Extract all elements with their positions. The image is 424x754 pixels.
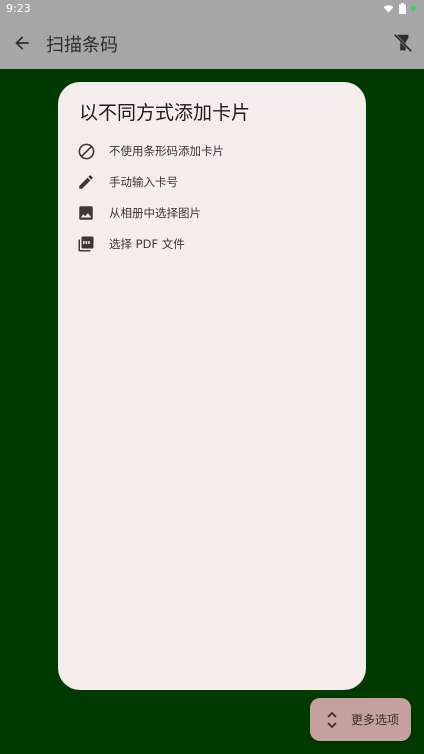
status-icons — [383, 3, 416, 14]
add-card-dialog: 以不同方式添加卡片 不使用条形码添加卡片 手动输入卡号 从相册中选择图片 选择 … — [58, 82, 366, 690]
battery-icon — [399, 3, 406, 14]
app-bar: 扫描条码 — [0, 18, 424, 69]
expand-icon — [327, 711, 337, 729]
more-options-label: 更多选项 — [351, 713, 400, 727]
option-label: 选择 PDF 文件 — [109, 237, 185, 251]
option-manual-entry[interactable]: 手动输入卡号 — [76, 169, 346, 195]
pdf-icon — [76, 234, 96, 254]
option-from-gallery[interactable]: 从相册中选择图片 — [76, 200, 346, 226]
dialog-title: 以不同方式添加卡片 — [79, 102, 251, 124]
wifi-icon — [383, 4, 394, 13]
notification-dot-icon — [411, 6, 416, 11]
option-label: 不使用条形码添加卡片 — [109, 144, 224, 158]
page-title: 扫描条码 — [46, 35, 118, 56]
status-time: 9:23 — [6, 2, 31, 15]
status-bar: 9:23 — [0, 0, 424, 18]
image-icon — [76, 203, 96, 223]
option-pdf-file[interactable]: 选择 PDF 文件 — [76, 231, 346, 257]
option-label: 从相册中选择图片 — [109, 206, 201, 220]
option-label: 手动输入卡号 — [109, 175, 178, 189]
pencil-icon — [76, 172, 96, 192]
option-no-barcode[interactable]: 不使用条形码添加卡片 — [76, 138, 346, 164]
back-arrow-icon[interactable] — [12, 33, 32, 53]
more-options-button[interactable]: 更多选项 — [310, 698, 411, 741]
flash-off-icon[interactable] — [392, 32, 414, 54]
no-barcode-icon — [76, 141, 96, 161]
